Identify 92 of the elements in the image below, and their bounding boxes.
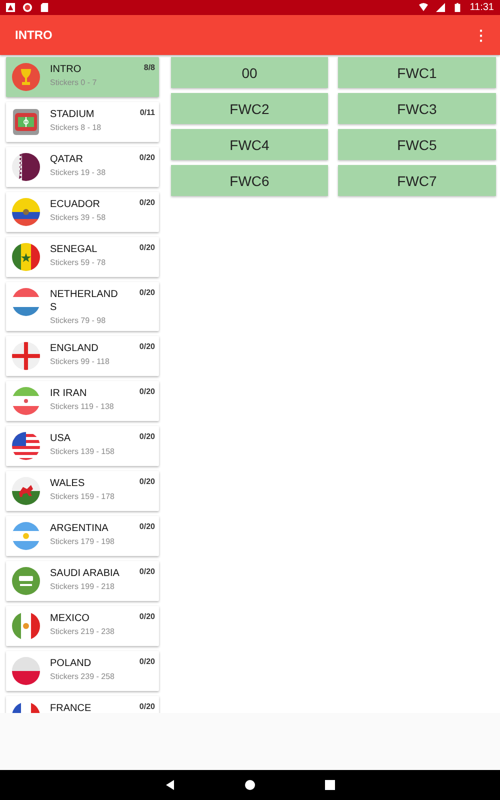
section-name: ARGENTINA [50,522,110,535]
sticker-range: Stickers 8 - 18 [50,123,102,132]
section-name: SENEGAL [50,243,98,256]
section-item[interactable]: FRANCE 0/20 [6,696,159,713]
sticker-button[interactable]: FWC2 [171,93,328,124]
sd-card-icon [40,3,49,12]
flag-icon [12,153,40,181]
section-name: MEXICO [50,612,90,625]
sticker-count: 0/20 [139,477,155,486]
sticker-button[interactable]: 00 [171,57,328,88]
sticker-count: 0/20 [139,243,155,252]
sticker-range: Stickers 199 - 218 [50,582,116,591]
section-item[interactable]: POLAND Stickers 239 - 258 0/20 [6,651,159,691]
section-item[interactable]: SAUDI ARABIA Stickers 199 - 218 0/20 [6,561,159,601]
sticker-count: 0/20 [139,567,155,576]
section-name: FRANCE [50,702,92,713]
sticker-count: 0/20 [139,702,155,711]
section-item[interactable]: WALES Stickers 159 - 178 0/20 [6,471,159,511]
section-name: ENGLAND [50,342,100,355]
section-item[interactable]: STADIUM Stickers 8 - 18 0/11 [6,102,159,142]
sticker-range: Stickers 139 - 158 [50,447,116,456]
signal-icon [436,3,445,12]
section-name: INTRO [50,63,82,76]
section-item[interactable]: USA Stickers 139 - 158 0/20 [6,426,159,466]
sticker-button[interactable]: FWC7 [338,165,496,196]
sticker-range: Stickers 159 - 178 [50,492,116,501]
sticker-range: Stickers 39 - 58 [50,213,107,222]
section-name: USA [50,432,72,445]
sticker-button[interactable]: FWC3 [338,93,496,124]
battery-icon [452,3,462,12]
section-item[interactable]: INTRO Stickers 0 - 7 8/8 [6,57,159,97]
sticker-button[interactable]: FWC6 [171,165,328,196]
section-item[interactable]: ENGLAND Stickers 99 - 118 0/20 [6,336,159,376]
section-name: IR IRAN [50,387,88,400]
sticker-button[interactable]: FWC5 [338,129,496,160]
sticker-count: 0/20 [139,198,155,207]
flag-icon [12,387,40,415]
section-item[interactable]: SENEGAL Stickers 59 - 78 0/20 [6,237,159,277]
trophy-icon [12,63,40,91]
home-icon[interactable] [244,779,256,791]
section-name: WALES [50,477,86,490]
section-name: NETHERLANDS [50,288,119,314]
section-name: QATAR [50,153,84,166]
sticker-count: 0/20 [139,342,155,351]
back-icon[interactable] [164,779,176,791]
sticker-count: 8/8 [144,63,155,72]
section-item[interactable]: IR IRAN Stickers 119 - 138 0/20 [6,381,159,421]
flag-icon [12,657,40,685]
sticker-range: Stickers 179 - 198 [50,537,116,546]
sticker-range: Stickers 119 - 138 [50,402,115,411]
recents-icon[interactable] [324,779,336,791]
sticker-range: Stickers 19 - 38 [50,168,107,177]
sticker-count: 0/20 [139,153,155,162]
sticker-range: Stickers 219 - 238 [50,627,116,636]
sticker-range: Stickers 0 - 7 [50,78,98,87]
section-item[interactable]: QATAR Stickers 19 - 38 0/20 [6,147,159,187]
sticker-range: Stickers 239 - 258 [50,672,116,681]
section-name: SAUDI ARABIA [50,567,120,580]
flag-icon [12,567,40,595]
flag-icon [12,522,40,550]
record-icon [23,3,32,12]
sticker-count: 0/20 [139,432,155,441]
section-item[interactable]: ARGENTINA Stickers 179 - 198 0/20 [6,516,159,556]
sticker-count: 0/20 [139,288,155,297]
flag-icon [12,342,40,370]
section-item[interactable]: ECUADOR Stickers 39 - 58 0/20 [6,192,159,232]
flag-icon [12,288,40,316]
sticker-range: Stickers 59 - 78 [50,258,107,267]
sticker-range: Stickers 79 - 98 [50,316,107,325]
section-name: ECUADOR [50,198,102,211]
sticker-range: Stickers 99 - 118 [50,357,110,366]
clock: 11:31 [470,2,494,13]
section-name: STADIUM [50,108,96,121]
overflow-menu-button[interactable]: ⋮ [472,27,490,43]
sticker-count: 0/20 [139,387,155,396]
sticker-count: 0/20 [139,657,155,666]
screen-title: INTRO [15,28,54,42]
sticker-count: 0/11 [140,108,155,117]
section-item[interactable]: MEXICO Stickers 219 - 238 0/20 [6,606,159,646]
stadium-icon [12,108,40,136]
flag-icon [12,612,40,640]
sticker-count: 0/20 [139,612,155,621]
flag-icon [12,432,40,460]
flag-icon [12,198,40,226]
section-name: POLAND [50,657,92,670]
sticker-button[interactable]: FWC4 [171,129,328,160]
flag-icon [12,243,40,271]
wifi-icon [418,3,428,12]
sticker-count: 0/20 [139,522,155,531]
section-item[interactable]: NETHERLANDS Stickers 79 - 98 0/20 [6,282,159,331]
sticker-button[interactable]: FWC1 [338,57,496,88]
image-icon [6,3,15,12]
